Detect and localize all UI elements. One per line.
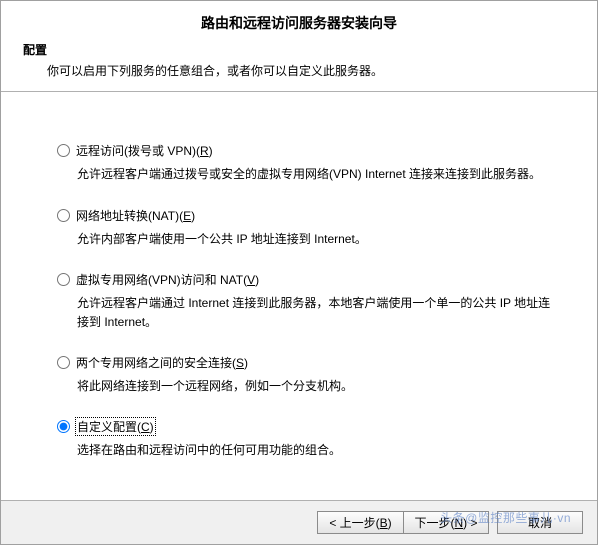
option-vpn-nat: 虚拟专用网络(VPN)访问和 NAT(V) 允许远程客户端通过 Internet … [57,271,557,332]
option-label-pre: 远程访问(拨号或 VPN)( [76,144,200,158]
option-label-pre: 自定义配置( [77,420,141,434]
option-label-nat: 网络地址转换(NAT)(E) [76,207,195,224]
radio-secure-two-net[interactable] [57,356,70,369]
option-label-post: ) [255,273,259,287]
wizard-dialog: 路由和远程访问服务器安装向导 配置 你可以启用下列服务的任意组合，或者你可以自定… [0,0,598,545]
option-row-vpn-nat[interactable]: 虚拟专用网络(VPN)访问和 NAT(V) [57,271,557,288]
option-label-post: ) [191,209,195,223]
option-row-remote-access[interactable]: 远程访问(拨号或 VPN)(R) [57,142,557,159]
option-label-custom: 自定义配置(C) [76,418,155,435]
cancel-button[interactable]: 取消 [497,511,583,534]
radio-vpn-nat[interactable] [57,273,70,286]
option-label-key: S [236,356,244,370]
option-row-secure-two-net[interactable]: 两个专用网络之间的安全连接(S) [57,354,557,371]
option-desc-remote-access: 允许远程客户端通过拨号或安全的虚拟专用网络(VPN) Internet 连接来连… [77,165,557,184]
subheader-desc: 你可以启用下列服务的任意组合，或者你可以自定义此服务器。 [23,62,575,81]
radio-custom[interactable] [57,420,70,433]
option-desc-nat: 允许内部客户端使用一个公共 IP 地址连接到 Internet。 [77,230,557,249]
option-label-key: E [183,209,191,223]
options-panel: 远程访问(拨号或 VPN)(R) 允许远程客户端通过拨号或安全的虚拟专用网络(VP… [1,92,597,500]
subheader-heading: 配置 [23,41,575,60]
back-button-pre: < 上一步( [329,516,379,530]
option-label-post: ) [150,420,154,434]
back-button[interactable]: < 上一步(B) [317,511,403,534]
option-label-pre: 两个专用网络之间的安全连接( [76,356,236,370]
dialog-subheader: 配置 你可以启用下列服务的任意组合，或者你可以自定义此服务器。 [1,41,597,92]
next-button-pre: 下一步( [414,516,454,530]
option-label-key: C [141,420,150,434]
option-label-secure-two-net: 两个专用网络之间的安全连接(S) [76,354,248,371]
radio-remote-access[interactable] [57,144,70,157]
option-nat: 网络地址转换(NAT)(E) 允许内部客户端使用一个公共 IP 地址连接到 Int… [57,207,557,249]
option-label-pre: 网络地址转换(NAT)( [76,209,183,223]
option-row-custom[interactable]: 自定义配置(C) [57,418,557,435]
next-button-post: ) > [463,516,477,530]
back-button-post: ) [388,516,392,530]
option-label-vpn-nat: 虚拟专用网络(VPN)访问和 NAT(V) [76,271,259,288]
option-label-pre: 虚拟专用网络(VPN)访问和 NAT( [76,273,247,287]
back-button-key: B [380,516,388,530]
option-label-remote-access: 远程访问(拨号或 VPN)(R) [76,142,213,159]
wizard-footer: < 上一步(B) 下一步(N) > 取消 [1,500,597,544]
option-desc-secure-two-net: 将此网络连接到一个远程网络，例如一个分支机构。 [77,377,557,396]
option-label-key: V [247,273,255,287]
option-label-post: ) [209,144,213,158]
option-label-key: R [200,144,209,158]
option-secure-two-net: 两个专用网络之间的安全连接(S) 将此网络连接到一个远程网络，例如一个分支机构。 [57,354,557,396]
option-label-post: ) [244,356,248,370]
option-custom: 自定义配置(C) 选择在路由和远程访问中的任何可用功能的组合。 [57,418,557,460]
next-button[interactable]: 下一步(N) > [403,511,489,534]
option-remote-access: 远程访问(拨号或 VPN)(R) 允许远程客户端通过拨号或安全的虚拟专用网络(VP… [57,142,557,184]
next-button-key: N [454,516,463,530]
option-desc-vpn-nat: 允许远程客户端通过 Internet 连接到此服务器，本地客户端使用一个单一的公… [77,294,557,332]
dialog-title: 路由和远程访问服务器安装向导 [1,1,597,41]
option-row-nat[interactable]: 网络地址转换(NAT)(E) [57,207,557,224]
option-desc-custom: 选择在路由和远程访问中的任何可用功能的组合。 [77,441,557,460]
radio-nat[interactable] [57,209,70,222]
